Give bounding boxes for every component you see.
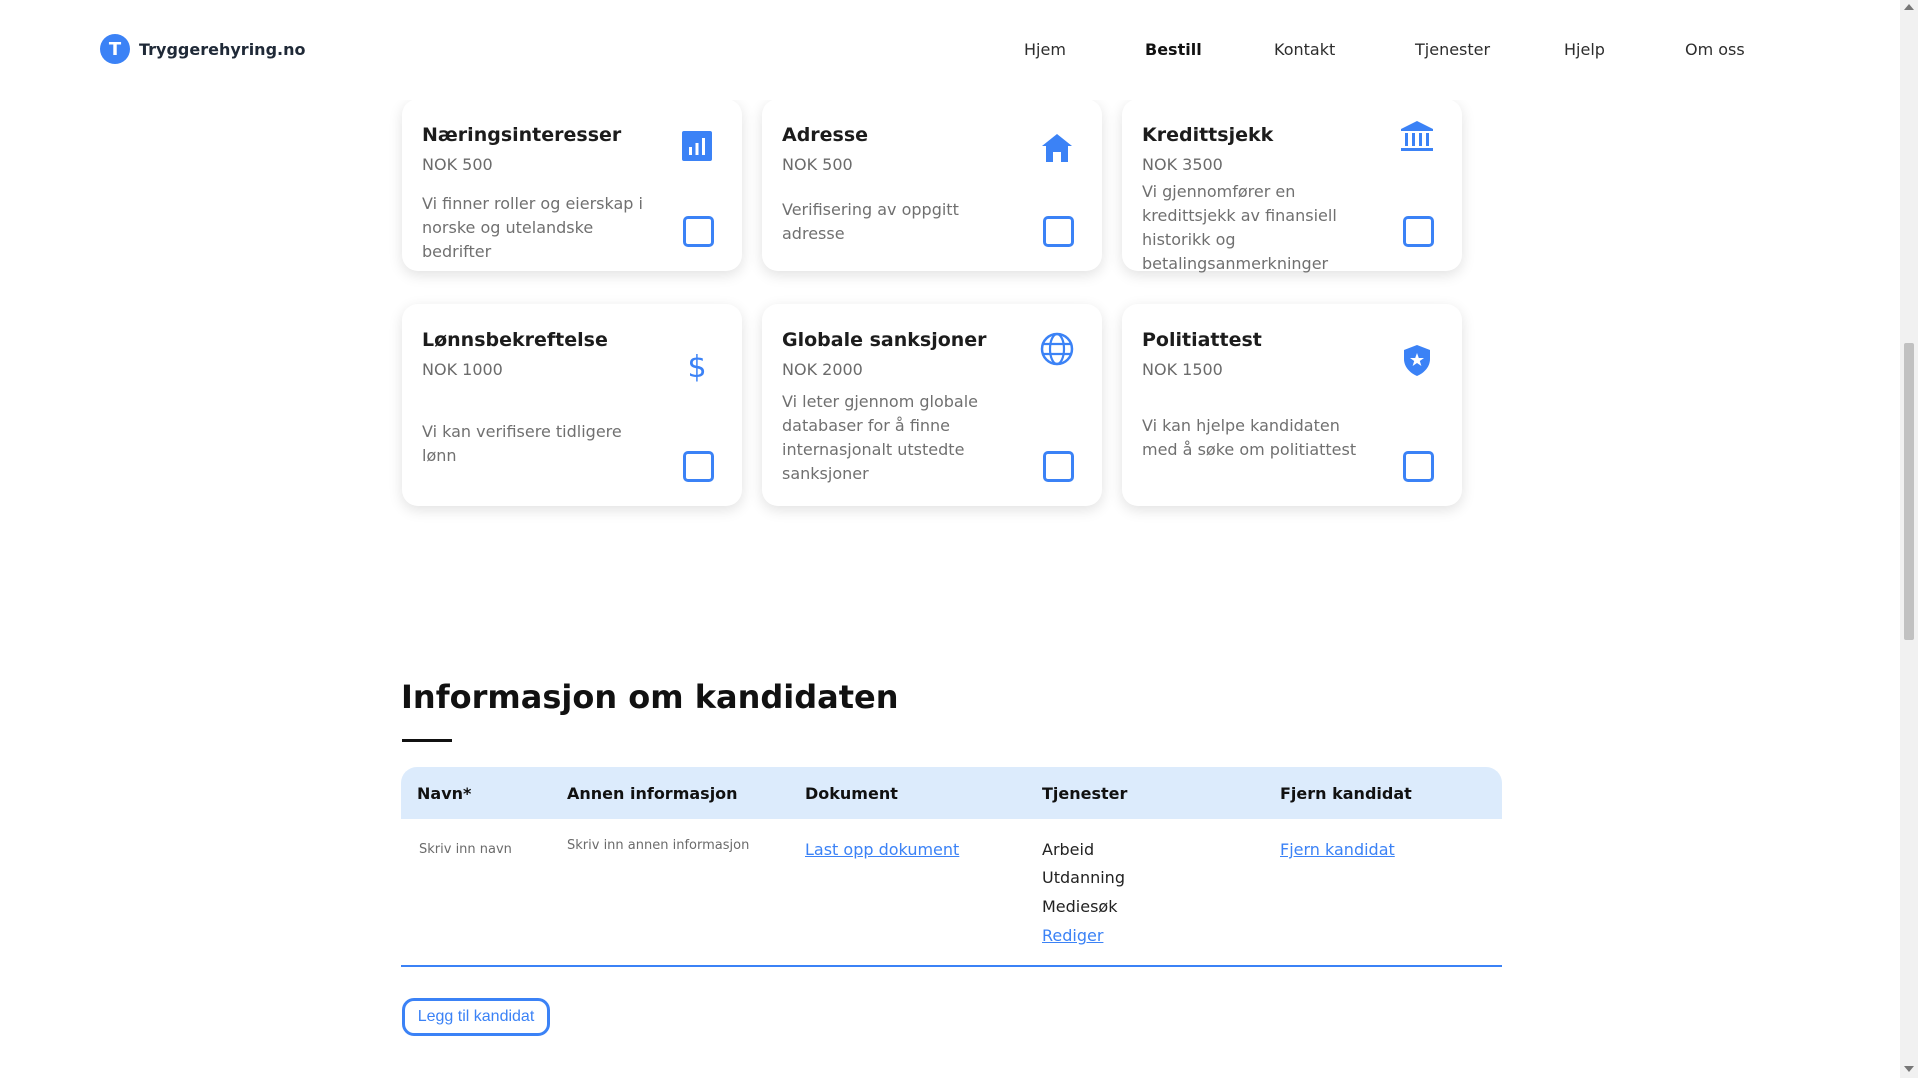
card-title: Lønnsbekreftelse [422,329,608,351]
police-shield-icon [1404,345,1430,376]
info-input[interactable]: Skriv inn annen informasjon [567,838,749,853]
card-price: NOK 500 [782,155,853,174]
table-divider [401,965,1502,967]
service-item: Arbeid [1042,840,1095,859]
add-candidate-button[interactable]: Legg til kandidat [402,998,550,1036]
card-description: Verifisering av oppgitt adresse [782,200,959,243]
card-title: Kredittsjekk [1142,124,1274,146]
globe-icon [1040,332,1074,366]
card-checkbox[interactable] [683,216,714,247]
card-checkbox[interactable] [683,451,714,482]
nav-item-hjem[interactable]: Hjem [1024,40,1066,59]
card-price: NOK 2000 [782,360,863,379]
service-item: Utdanning [1042,868,1125,887]
card-checkbox[interactable] [1043,216,1074,247]
card-description: Vi leter gjennom globale databaser for å… [782,392,979,483]
upload-document-link[interactable]: Last opp dokument [805,840,959,859]
column-header-info: Annen informasjon [567,784,738,803]
card-price: NOK 1000 [422,360,503,379]
scroll-down-arrow-icon[interactable] [1904,1066,1914,1072]
nav-item-kontakt[interactable]: Kontakt [1274,40,1335,59]
card-price: NOK 1500 [1142,360,1223,379]
card-title: Politiattest [1142,329,1262,351]
service-card: Globale sanksjoner NOK 2000 Vi leter gje… [762,304,1102,506]
service-card: Kredittsjekk NOK 3500 Vi gjennomfører en… [1122,99,1462,273]
nav-item-hjelp[interactable]: Hjelp [1564,40,1605,59]
edit-services-link[interactable]: Rediger [1042,926,1103,945]
service-card: Lønnsbekreftelse NOK 1000 Vi kan verifis… [402,304,742,506]
column-header-services: Tjenester [1042,784,1128,803]
bank-icon [1401,121,1433,151]
card-title: Næringsinteresser [422,124,622,146]
column-header-document: Dokument [805,784,898,803]
column-header-name: Navn* [417,784,472,803]
svg-text:$: $ [687,350,706,383]
service-card: Næringsinteresser NOK 500 Vi finner roll… [402,99,742,271]
card-title: Adresse [782,124,869,146]
card-price: NOK 3500 [1142,155,1223,174]
service-item: Mediesøk [1042,897,1118,916]
card-checkbox[interactable] [1043,451,1074,482]
service-card: Politiattest NOK 1500 Vi kan hjelpe kand… [1122,304,1462,506]
card-checkbox[interactable] [1403,216,1434,247]
nav-item-tjenester[interactable]: Tjenester [1415,40,1490,59]
card-title: Globale sanksjoner [782,329,987,351]
card-description: Vi kan verifisere tidligere lønn [422,422,622,465]
section-title: Informasjon om kandidaten [401,678,899,716]
nav-item-bestill[interactable]: Bestill [1145,40,1202,59]
site-header: T Tryggerehyring.no Hjem Bestill Kontakt… [0,0,1900,100]
bar-chart-icon [682,131,712,161]
card-description: Vi finner roller og eierskap i norske og… [422,194,643,261]
column-header-remove: Fjern kandidat [1280,784,1412,803]
logo-text: Tryggerehyring.no [139,39,306,59]
card-description: Vi gjennomfører en kredittsjekk av finan… [1142,182,1337,273]
scrollbar-thumb[interactable] [1904,343,1914,640]
card-price: NOK 500 [422,155,493,174]
home-icon [1042,134,1072,162]
remove-candidate-link[interactable]: Fjern kandidat [1280,840,1395,859]
name-input[interactable]: Skriv inn navn [419,842,512,857]
nav-item-om-oss[interactable]: Om oss [1685,40,1745,59]
logo[interactable]: T Tryggerehyring.no [100,34,305,64]
card-checkbox[interactable] [1403,451,1434,482]
scroll-up-arrow-icon[interactable] [1904,4,1914,10]
title-underline [402,739,452,742]
dollar-icon: $ [687,350,706,383]
card-description: Vi kan hjelpe kandidaten med å søke om p… [1142,416,1357,459]
service-card: Adresse NOK 500 Verifisering av oppgitt … [762,99,1102,271]
logo-badge: T [100,34,130,64]
